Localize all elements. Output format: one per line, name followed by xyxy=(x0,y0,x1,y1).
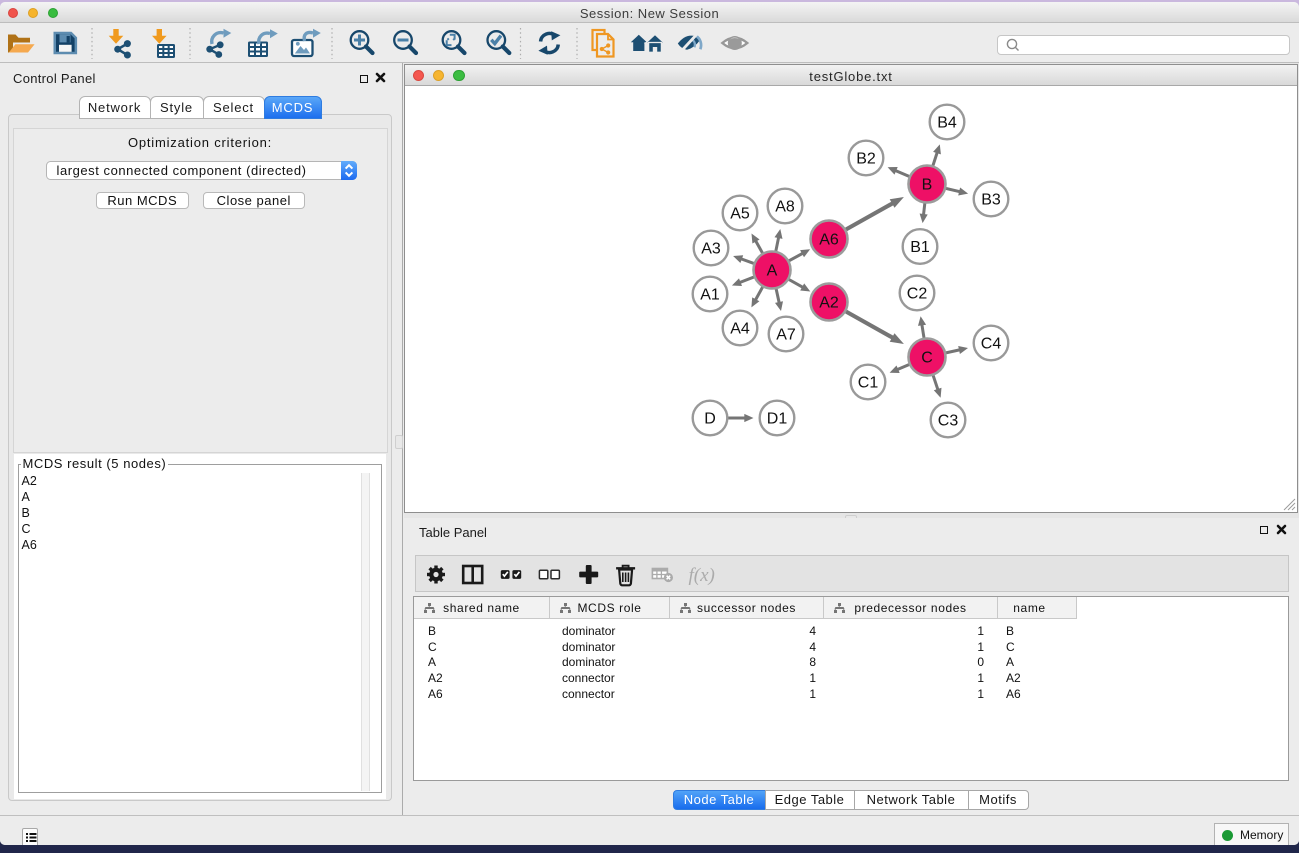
svg-text:C1: C1 xyxy=(858,375,879,392)
svg-text:A2: A2 xyxy=(819,295,839,312)
svg-text:C4: C4 xyxy=(981,336,1002,353)
svg-text:f(x): f(x) xyxy=(689,565,715,586)
svg-text:B1: B1 xyxy=(910,239,930,256)
svg-text:A7: A7 xyxy=(776,327,796,344)
svg-text:A4: A4 xyxy=(730,321,750,338)
svg-text:B3: B3 xyxy=(981,192,1001,209)
svg-text:B: B xyxy=(922,177,933,194)
svg-text:D: D xyxy=(704,411,716,428)
svg-text:D1: D1 xyxy=(767,411,788,428)
svg-text:A1: A1 xyxy=(700,287,720,304)
svg-text:C3: C3 xyxy=(938,413,959,430)
svg-text:A: A xyxy=(767,263,778,280)
svg-text:A6: A6 xyxy=(819,232,839,249)
svg-text:A5: A5 xyxy=(730,206,750,223)
svg-text:C: C xyxy=(921,350,933,367)
svg-text:B4: B4 xyxy=(937,115,957,132)
svg-text:C2: C2 xyxy=(907,286,928,303)
svg-text:A8: A8 xyxy=(775,199,795,216)
svg-text:A3: A3 xyxy=(701,241,721,258)
svg-text:B2: B2 xyxy=(856,151,876,168)
